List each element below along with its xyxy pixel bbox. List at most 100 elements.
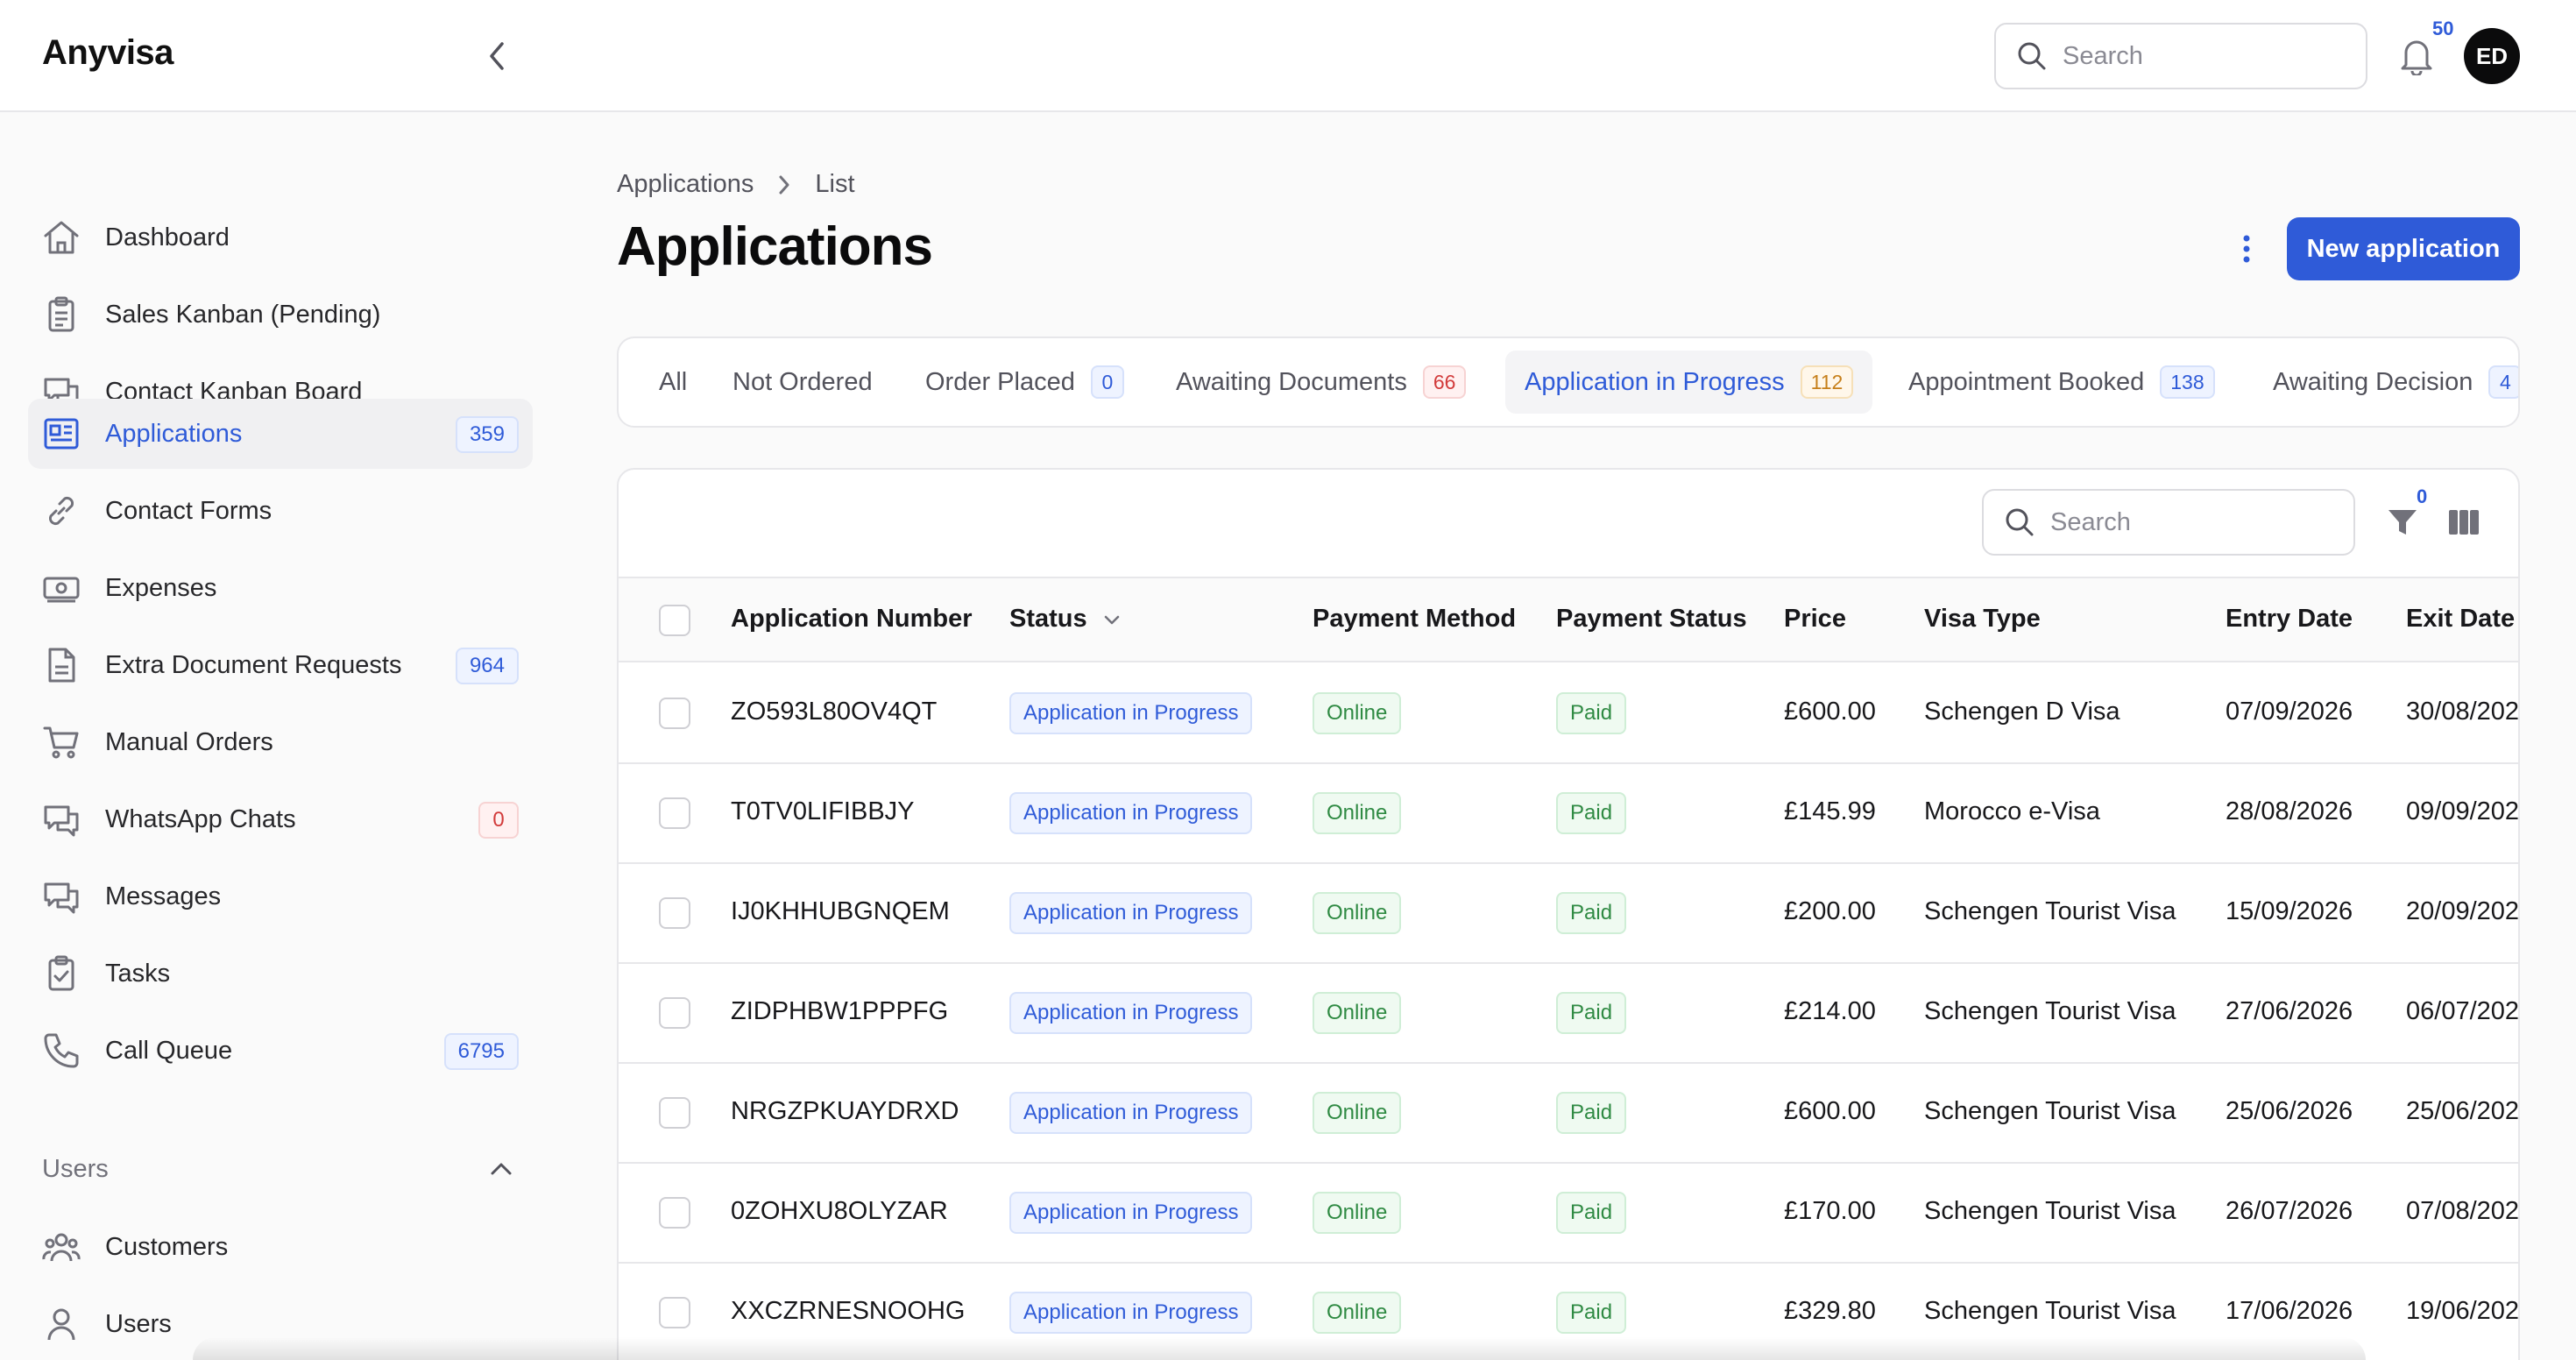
tab-awaiting-documents[interactable]: Awaiting Documents 66 bbox=[1157, 351, 1485, 414]
brand-logo[interactable]: Anyvisa bbox=[42, 33, 173, 73]
cell-visa-type: Morocco e-Visa bbox=[1924, 797, 2100, 825]
column-header[interactable]: Payment Status bbox=[1556, 605, 1747, 634]
select-all-checkbox[interactable] bbox=[659, 605, 690, 636]
column-header[interactable]: Application Number bbox=[731, 605, 973, 634]
sidebar-item-sales-kanban[interactable]: Sales Kanban (Pending) bbox=[28, 280, 533, 350]
new-application-button[interactable]: New application bbox=[2287, 217, 2520, 280]
tab-appointment-booked[interactable]: Appointment Booked 138 bbox=[1889, 351, 2234, 414]
table-header: Application Number Status Payment Method… bbox=[619, 577, 2518, 662]
column-header[interactable]: Visa Type bbox=[1924, 605, 2041, 634]
cell-price: £329.80 bbox=[1784, 1297, 1876, 1325]
payment-status-badge: Paid bbox=[1556, 992, 1627, 1034]
sidebar-item-customers[interactable]: Customers bbox=[28, 1212, 533, 1282]
more-actions-button[interactable] bbox=[2233, 230, 2261, 268]
cart-icon bbox=[40, 721, 82, 763]
cell-entry-date: 28/08/2026 bbox=[2226, 797, 2353, 825]
sidebar-item-manual-orders[interactable]: Manual Orders bbox=[28, 707, 533, 777]
sidebar-item-whatsapp-chats[interactable]: WhatsApp Chats 0 bbox=[28, 784, 533, 854]
status-badge: Application in Progress bbox=[1009, 1292, 1253, 1334]
columns-toggle-button[interactable] bbox=[2443, 501, 2485, 543]
payment-status-badge: Paid bbox=[1556, 1292, 1627, 1334]
table-search-input[interactable] bbox=[2050, 507, 2331, 537]
cell-price: £600.00 bbox=[1784, 1097, 1876, 1125]
cell-application-number[interactable]: ZO593L80OV4QT bbox=[731, 698, 937, 726]
row-checkbox[interactable] bbox=[659, 797, 690, 829]
sidebar-item-label: Customers bbox=[105, 1232, 229, 1261]
table-row[interactable]: ZIDPHBW1PPPFG Application in Progress Onli… bbox=[619, 964, 2518, 1064]
cell-exit-date: 09/09/2026 bbox=[2406, 797, 2520, 825]
columns-icon bbox=[2449, 510, 2479, 535]
sidebar-item-call-queue[interactable]: Call Queue 6795 bbox=[28, 1016, 533, 1086]
document-icon bbox=[40, 644, 82, 686]
column-header[interactable]: Exit Date bbox=[2406, 605, 2515, 634]
user-group-icon bbox=[40, 1226, 82, 1268]
collapse-sidebar-button[interactable] bbox=[473, 35, 522, 77]
table-row[interactable]: IJ0KHHUBGNQEM Application in Progress Onli… bbox=[619, 864, 2518, 964]
tab-awaiting-decision[interactable]: Awaiting Decision 4 bbox=[2254, 351, 2518, 414]
chat-bubbles-icon bbox=[40, 875, 82, 917]
sidebar-item-tasks[interactable]: Tasks bbox=[28, 939, 533, 1009]
row-checkbox[interactable] bbox=[659, 1097, 690, 1129]
status-badge: Application in Progress bbox=[1009, 892, 1253, 934]
cell-application-number[interactable]: 0ZOHXU8OLYZAR bbox=[731, 1197, 948, 1226]
sidebar-item-label: Dashboard bbox=[105, 223, 230, 251]
sidebar-item-label: WhatsApp Chats bbox=[105, 804, 296, 833]
cell-application-number[interactable]: IJ0KHHUBGNQEM bbox=[731, 897, 950, 926]
table-search[interactable] bbox=[1982, 489, 2355, 556]
sidebar-item-label: Sales Kanban (Pending) bbox=[105, 300, 381, 329]
cell-application-number[interactable]: NRGZPKUAYDRXD bbox=[731, 1097, 959, 1126]
sidebar-item-dashboard[interactable]: Dashboard bbox=[28, 202, 533, 273]
cell-application-number[interactable]: T0TV0LIFIBBJY bbox=[731, 797, 915, 826]
row-checkbox[interactable] bbox=[659, 698, 690, 729]
table-row[interactable]: 0ZOHXU8OLYZAR Application in Progress Onli… bbox=[619, 1164, 2518, 1264]
tab-all[interactable]: All bbox=[640, 351, 706, 414]
sidebar-item-expenses[interactable]: Expenses bbox=[28, 553, 533, 623]
sidebar-item-extra-document-requests[interactable]: Extra Document Requests 964 bbox=[28, 630, 533, 700]
home-icon bbox=[40, 216, 82, 259]
applications-table: 0 Application Number Status Payment Meth… bbox=[617, 468, 2520, 1360]
global-search-input[interactable] bbox=[2063, 41, 2343, 71]
sidebar-item-contact-forms[interactable]: Contact Forms bbox=[28, 476, 533, 546]
avatar[interactable]: ED bbox=[2464, 28, 2520, 84]
column-header[interactable]: Payment Method bbox=[1313, 605, 1516, 634]
sidebar-section-users[interactable]: Users bbox=[42, 1155, 109, 1184]
chevron-right-icon bbox=[776, 174, 792, 196]
table-row[interactable]: NRGZPKUAYDRXD Application in Progress Onli… bbox=[619, 1064, 2518, 1164]
cell-visa-type: Schengen Tourist Visa bbox=[1924, 1297, 2176, 1325]
breadcrumb-list: List bbox=[815, 170, 855, 198]
tab-order-placed[interactable]: Order Placed 0 bbox=[906, 351, 1143, 414]
status-badge: Application in Progress bbox=[1009, 1192, 1253, 1234]
cell-application-number[interactable]: ZIDPHBW1PPPFG bbox=[731, 997, 948, 1026]
cell-exit-date: 30/08/2026 bbox=[2406, 698, 2520, 726]
table-row[interactable]: T0TV0LIFIBBJY Application in Progress Onli… bbox=[619, 764, 2520, 864]
column-header-status[interactable]: Status bbox=[1009, 605, 1122, 634]
cell-application-number[interactable]: XXCZRNESNOOHG bbox=[731, 1297, 965, 1326]
table-row[interactable]: ZO593L80OV4QT Application in Progress Onli… bbox=[619, 664, 2520, 764]
row-checkbox[interactable] bbox=[659, 997, 690, 1029]
status-badge: Application in Progress bbox=[1009, 692, 1253, 734]
sidebar-item-applications[interactable]: Applications 359 bbox=[28, 399, 533, 469]
breadcrumb-applications[interactable]: Applications bbox=[617, 170, 754, 199]
column-header[interactable]: Entry Date bbox=[2226, 605, 2353, 634]
clipboard-icon bbox=[40, 294, 82, 336]
tab-badge: 66 bbox=[1422, 365, 1467, 399]
sidebar-item-messages[interactable]: Messages bbox=[28, 861, 533, 931]
cell-price: £214.00 bbox=[1784, 997, 1876, 1025]
tab-application-in-progress[interactable]: Application in Progress 112 bbox=[1505, 351, 1873, 414]
chevron-up-icon[interactable] bbox=[487, 1155, 515, 1183]
row-checkbox[interactable] bbox=[659, 897, 690, 929]
row-checkbox[interactable] bbox=[659, 1197, 690, 1229]
cell-visa-type: Schengen Tourist Visa bbox=[1924, 1097, 2176, 1125]
tab-not-ordered[interactable]: Not Ordered bbox=[713, 351, 892, 414]
column-header[interactable]: Price bbox=[1784, 605, 1846, 634]
tab-label: Awaiting Decision bbox=[2273, 367, 2473, 396]
cell-visa-type: Schengen Tourist Visa bbox=[1924, 897, 2176, 925]
kebab-menu-icon bbox=[2243, 235, 2250, 263]
cell-visa-type: Schengen D Visa bbox=[1924, 698, 2120, 726]
sidebar-item-label: Extra Document Requests bbox=[105, 650, 402, 679]
tab-label: Application in Progress bbox=[1525, 367, 1785, 396]
cell-entry-date: 17/06/2026 bbox=[2226, 1297, 2353, 1325]
global-search[interactable] bbox=[1994, 23, 2367, 89]
row-checkbox[interactable] bbox=[659, 1297, 690, 1328]
sidebar-item-label: Tasks bbox=[105, 959, 171, 988]
